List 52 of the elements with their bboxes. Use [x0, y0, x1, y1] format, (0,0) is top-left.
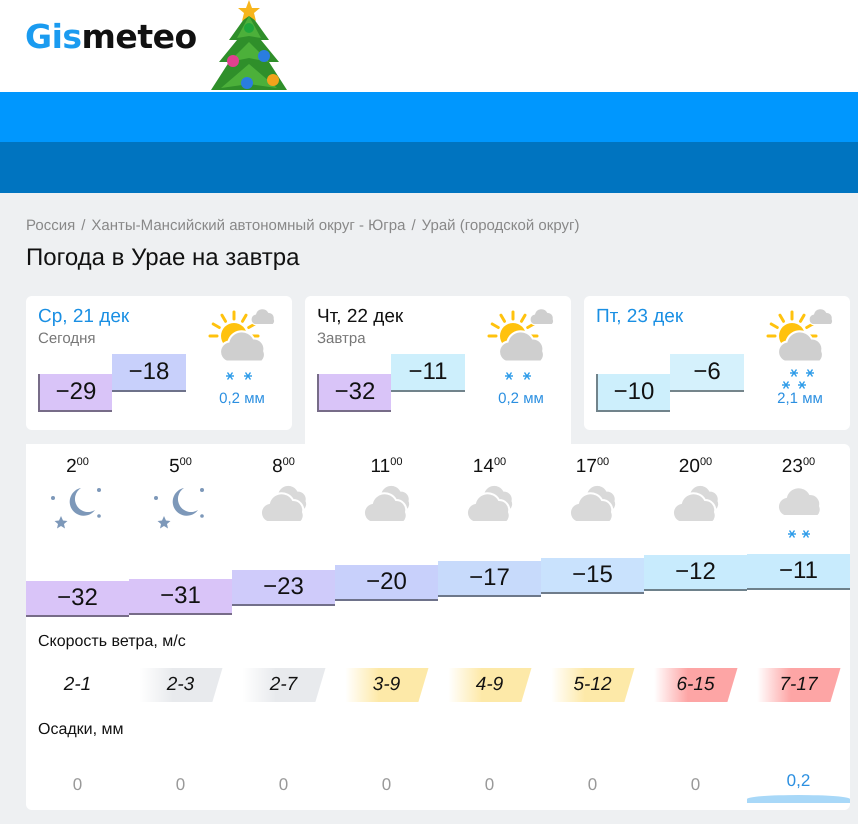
max-temperature: −18	[112, 354, 186, 392]
breadcrumb-separator: /	[411, 217, 416, 234]
breadcrumb-separator: /	[81, 217, 86, 234]
max-temperature: −6	[670, 354, 744, 392]
hour-label: 20$^{00}$	[678, 456, 712, 478]
day-date: Ср, 21 дек	[38, 306, 130, 328]
hour-label: 23$^{00}$	[782, 456, 816, 478]
hourly-temperature: −23	[232, 570, 335, 606]
precipitation-value: 0	[382, 774, 392, 795]
hour-label: 2$^{00}$	[66, 456, 89, 478]
precipitation-value: 0	[690, 774, 700, 795]
precipitation-amount: 0,2 мм	[219, 390, 265, 407]
min-temperature: −29	[38, 374, 112, 412]
precipitation-value: 0	[72, 774, 82, 795]
hour-label: 17$^{00}$	[576, 456, 610, 478]
max-temperature: −11	[391, 354, 465, 392]
precipitation-value: 0	[176, 774, 186, 795]
wind-speed-badge: 7-17	[756, 668, 840, 702]
hour-label: 8$^{00}$	[272, 456, 295, 478]
precipitation-value: 0	[278, 774, 288, 795]
hourly-temperature: −32	[26, 581, 129, 618]
wind-speed-badge: 4-9	[448, 668, 532, 702]
hour-label: 5$^{00}$	[169, 456, 192, 478]
gismeteo-logo[interactable]: Gismeteo	[25, 17, 197, 56]
day-tab[interactable]: Чт, 22 дек Завтра −32 −11 0,2 мм	[305, 296, 571, 444]
precipitation-value: 0	[484, 774, 494, 795]
precipitation-value: 0,2	[786, 770, 810, 791]
hourly-temperature: −11	[747, 554, 850, 590]
precipitation-amount: 0,2 мм	[498, 390, 544, 407]
day-label: Сегодня	[38, 330, 96, 347]
hourly-temperature: −15	[541, 558, 644, 594]
hour-label: 14$^{00}$	[472, 456, 506, 478]
day-date: Чт, 22 дек	[317, 306, 404, 328]
precipitation-label: Осадки, мм	[37, 720, 125, 740]
wind-speed-label: Скорость ветра, м/с	[37, 632, 187, 652]
wind-speed-badge: 3-9	[344, 668, 428, 702]
page-title: Погода в Урае на завтра	[26, 244, 300, 272]
day-date: Пт, 23 дек	[596, 306, 684, 328]
hour-label: 11$^{00}$	[370, 456, 402, 478]
day-tab[interactable]: Ср, 21 дек Сегодня −29 −18 0,2 мм	[26, 296, 292, 430]
day-label: Завтра	[317, 330, 366, 347]
wind-speed-badge: 5-12	[550, 668, 634, 702]
hourly-temperature: −12	[644, 555, 747, 592]
hourly-temperature: −31	[129, 579, 232, 616]
precipitation-value: 0	[588, 774, 598, 795]
wind-speed-badge: 6-15	[654, 668, 738, 702]
min-temperature: −10	[596, 374, 670, 412]
min-temperature: −32	[317, 374, 391, 412]
hourly-temperature: −20	[335, 565, 438, 602]
day-tab[interactable]: Пт, 23 дек −10 −6 2,1 мм	[584, 296, 850, 430]
hourly-temperature: −17	[438, 561, 541, 598]
precipitation-amount: 2,1 мм	[777, 390, 823, 407]
